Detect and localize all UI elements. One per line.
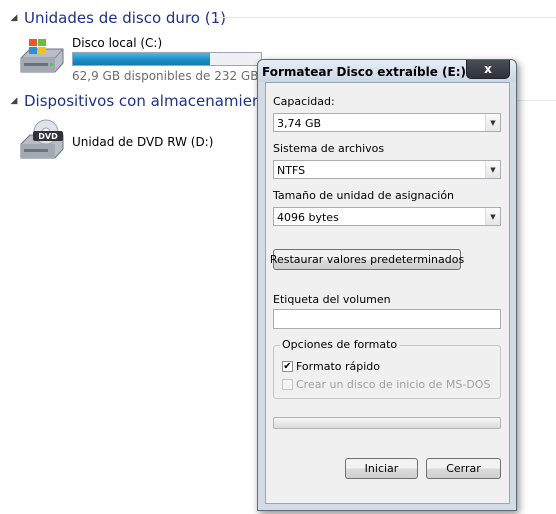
- capacity-label: Capacidad:: [273, 95, 335, 108]
- filesystem-label: Sistema de archivos: [273, 142, 385, 155]
- capacity-value: 3,74 GB: [277, 117, 322, 130]
- format-options-group: Opciones de formato ✔ Formato rápido Cre…: [273, 338, 501, 399]
- dialog-title: Formatear Disco extraíble (E:): [262, 65, 467, 79]
- format-dialog: Formatear Disco extraíble (E:) x Capacid…: [257, 59, 517, 511]
- filesystem-select[interactable]: NTFS ▼: [273, 160, 501, 179]
- section-title-removable: Dispositivos con almacenamiento e: [24, 92, 291, 110]
- allocation-value: 4096 bytes: [277, 211, 339, 224]
- restore-defaults-button[interactable]: Restaurar valores predeterminados: [270, 249, 464, 270]
- dropdown-arrow-icon[interactable]: ▼: [485, 114, 500, 131]
- volume-label-input[interactable]: [273, 309, 501, 329]
- close-icon[interactable]: x: [466, 60, 510, 79]
- allocation-label: Tamaño de unidad de asignación: [273, 189, 455, 202]
- allocation-select[interactable]: 4096 bytes ▼: [273, 207, 501, 226]
- quick-format-option[interactable]: ✔ Formato rápido: [282, 360, 380, 373]
- dvd-drive-icon: DVD: [18, 118, 66, 159]
- drive-dvd-name: Unidad de DVD RW (D:): [72, 135, 214, 149]
- drive-local-c[interactable]: Disco local (C:) 62,9 GB disponibles de …: [18, 36, 262, 83]
- drive-dvd-d[interactable]: DVD Unidad de DVD RW (D:): [18, 118, 214, 159]
- quick-format-label: Formato rápido: [296, 360, 381, 373]
- section-divider: [215, 17, 556, 18]
- msdos-startup-label: Crear un disco de inicio de MS-DOS: [296, 378, 491, 391]
- close-glyph: x: [484, 62, 492, 76]
- section-divider: [515, 100, 556, 101]
- drive-free-space: 62,9 GB disponibles de 232 GB: [72, 69, 259, 83]
- drive-usage-bar: [72, 52, 262, 66]
- dvd-icon-label: DVD: [38, 132, 58, 141]
- section-title-hard-drives: Unidades de disco duro (1): [24, 9, 226, 27]
- section-header-hard-drives[interactable]: ◢ Unidades de disco duro (1): [8, 7, 226, 29]
- msdos-startup-checkbox: [282, 379, 293, 390]
- close-button[interactable]: Cerrar: [426, 458, 501, 479]
- drive-local-name: Disco local (C:): [72, 36, 163, 50]
- chevron-down-icon[interactable]: ◢: [8, 96, 20, 106]
- volume-label-label: Etiqueta del volumen: [273, 293, 391, 306]
- hard-drive-icon: [18, 36, 66, 76]
- format-progress-bar: [273, 417, 501, 429]
- dialog-client: Capacidad: 3,74 GB ▼ Sistema de archivos…: [265, 82, 510, 504]
- dialog-titlebar[interactable]: Formatear Disco extraíble (E:) x: [258, 60, 516, 82]
- filesystem-value: NTFS: [277, 164, 306, 177]
- quick-format-checkbox[interactable]: ✔: [282, 361, 293, 372]
- msdos-startup-option: Crear un disco de inicio de MS-DOS: [282, 378, 490, 391]
- dropdown-arrow-icon[interactable]: ▼: [485, 161, 500, 178]
- format-options-title: Opciones de formato: [280, 338, 400, 351]
- dropdown-arrow-icon[interactable]: ▼: [485, 208, 500, 225]
- drive-usage-fill: [73, 53, 211, 65]
- start-button[interactable]: Iniciar: [345, 458, 418, 479]
- section-header-removable[interactable]: ◢ Dispositivos con almacenamiento e: [8, 90, 291, 112]
- capacity-select[interactable]: 3,74 GB ▼: [273, 113, 501, 132]
- chevron-down-icon[interactable]: ◢: [8, 13, 20, 23]
